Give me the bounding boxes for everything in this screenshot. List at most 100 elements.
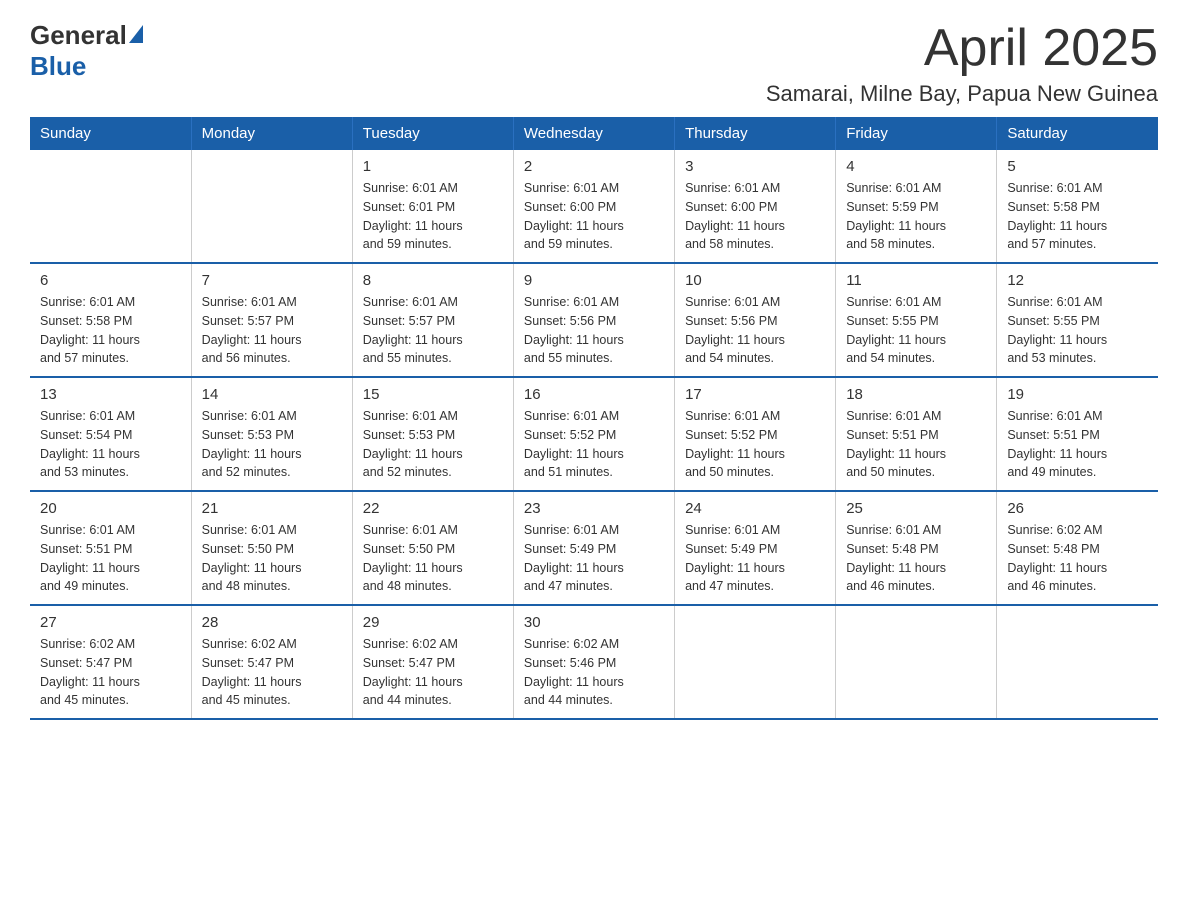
day-info: Sunrise: 6:01 AM Sunset: 5:58 PM Dayligh… — [1007, 179, 1148, 254]
day-info: Sunrise: 6:01 AM Sunset: 5:53 PM Dayligh… — [202, 407, 342, 482]
calendar-header-thursday: Thursday — [675, 117, 836, 150]
day-number: 13 — [40, 386, 181, 403]
calendar-header-monday: Monday — [191, 117, 352, 150]
day-number: 8 — [363, 272, 503, 289]
day-info: Sunrise: 6:01 AM Sunset: 6:00 PM Dayligh… — [685, 179, 825, 254]
day-info: Sunrise: 6:01 AM Sunset: 5:53 PM Dayligh… — [363, 407, 503, 482]
day-info: Sunrise: 6:02 AM Sunset: 5:47 PM Dayligh… — [40, 635, 181, 710]
day-info: Sunrise: 6:01 AM Sunset: 5:57 PM Dayligh… — [202, 293, 342, 368]
calendar-cell: 12 Sunrise: 6:01 AM Sunset: 5:55 PM Dayli… — [997, 263, 1158, 377]
day-number: 17 — [685, 386, 825, 403]
day-info: Sunrise: 6:01 AM Sunset: 5:50 PM Dayligh… — [202, 521, 342, 596]
day-number: 9 — [524, 272, 664, 289]
logo-general-text: General — [30, 20, 127, 51]
day-info: Sunrise: 6:01 AM Sunset: 5:56 PM Dayligh… — [524, 293, 664, 368]
page-title: April 2025 — [766, 20, 1158, 77]
calendar-header-wednesday: Wednesday — [513, 117, 674, 150]
day-number: 21 — [202, 500, 342, 517]
day-number: 29 — [363, 614, 503, 631]
day-number: 3 — [685, 158, 825, 175]
day-number: 26 — [1007, 500, 1148, 517]
day-info: Sunrise: 6:01 AM Sunset: 5:55 PM Dayligh… — [846, 293, 986, 368]
calendar-cell — [675, 605, 836, 719]
calendar-cell: 25Sunrise: 6:01 AM Sunset: 5:48 PM Dayli… — [836, 491, 997, 605]
calendar-cell: 26 Sunrise: 6:02 AM Sunset: 5:48 PM Dayli… — [997, 491, 1158, 605]
day-info: Sunrise: 6:01 AM Sunset: 5:49 PM Dayligh… — [685, 521, 825, 596]
calendar-week-row: 6Sunrise: 6:01 AM Sunset: 5:58 PM Daylig… — [30, 263, 1158, 377]
title-area: April 2025 Samarai, Milne Bay, Papua New… — [766, 20, 1158, 107]
calendar-cell: 29 Sunrise: 6:02 AM Sunset: 5:47 PM Dayli… — [352, 605, 513, 719]
calendar-cell — [836, 605, 997, 719]
calendar-cell: 22 Sunrise: 6:01 AM Sunset: 5:50 PM Dayli… — [352, 491, 513, 605]
calendar-header-friday: Friday — [836, 117, 997, 150]
calendar-header: SundayMondayTuesdayWednesdayThursdayFrid… — [30, 117, 1158, 150]
day-number: 7 — [202, 272, 342, 289]
calendar-cell: 13 Sunrise: 6:01 AM Sunset: 5:54 PM Dayli… — [30, 377, 191, 491]
calendar-cell: 3 Sunrise: 6:01 AM Sunset: 6:00 PM Daylig… — [675, 150, 836, 263]
calendar-cell: 6Sunrise: 6:01 AM Sunset: 5:58 PM Daylig… — [30, 263, 191, 377]
calendar-week-row: 27 Sunrise: 6:02 AM Sunset: 5:47 PM Dayli… — [30, 605, 1158, 719]
day-number: 18 — [846, 386, 986, 403]
calendar-header-saturday: Saturday — [997, 117, 1158, 150]
calendar-cell: 21 Sunrise: 6:01 AM Sunset: 5:50 PM Dayli… — [191, 491, 352, 605]
day-info: Sunrise: 6:01 AM Sunset: 5:55 PM Dayligh… — [1007, 293, 1148, 368]
calendar-cell — [30, 150, 191, 263]
day-number: 15 — [363, 386, 503, 403]
day-number: 28 — [202, 614, 342, 631]
calendar-cell: 14 Sunrise: 6:01 AM Sunset: 5:53 PM Dayli… — [191, 377, 352, 491]
day-number: 1 — [363, 158, 503, 175]
day-info: Sunrise: 6:01 AM Sunset: 5:56 PM Dayligh… — [685, 293, 825, 368]
calendar-cell: 15 Sunrise: 6:01 AM Sunset: 5:53 PM Dayli… — [352, 377, 513, 491]
calendar-week-row: 1Sunrise: 6:01 AM Sunset: 6:01 PM Daylig… — [30, 150, 1158, 263]
day-info: Sunrise: 6:01 AM Sunset: 5:51 PM Dayligh… — [1007, 407, 1148, 482]
day-number: 12 — [1007, 272, 1148, 289]
day-number: 30 — [524, 614, 664, 631]
day-info: Sunrise: 6:02 AM Sunset: 5:47 PM Dayligh… — [202, 635, 342, 710]
day-info: Sunrise: 6:01 AM Sunset: 5:52 PM Dayligh… — [685, 407, 825, 482]
day-number: 23 — [524, 500, 664, 517]
day-info: Sunrise: 6:01 AM Sunset: 5:50 PM Dayligh… — [363, 521, 503, 596]
day-number: 20 — [40, 500, 181, 517]
calendar-cell: 16 Sunrise: 6:01 AM Sunset: 5:52 PM Dayli… — [513, 377, 674, 491]
calendar-cell: 23 Sunrise: 6:01 AM Sunset: 5:49 PM Dayli… — [513, 491, 674, 605]
day-number: 14 — [202, 386, 342, 403]
day-number: 22 — [363, 500, 503, 517]
calendar-cell: 1Sunrise: 6:01 AM Sunset: 6:01 PM Daylig… — [352, 150, 513, 263]
calendar-cell: 17 Sunrise: 6:01 AM Sunset: 5:52 PM Dayli… — [675, 377, 836, 491]
calendar-cell: 8Sunrise: 6:01 AM Sunset: 5:57 PM Daylig… — [352, 263, 513, 377]
day-info: Sunrise: 6:01 AM Sunset: 5:59 PM Dayligh… — [846, 179, 986, 254]
calendar-cell: 30Sunrise: 6:02 AM Sunset: 5:46 PM Dayli… — [513, 605, 674, 719]
day-info: Sunrise: 6:01 AM Sunset: 5:52 PM Dayligh… — [524, 407, 664, 482]
calendar-week-row: 13 Sunrise: 6:01 AM Sunset: 5:54 PM Dayli… — [30, 377, 1158, 491]
day-number: 24 — [685, 500, 825, 517]
day-number: 19 — [1007, 386, 1148, 403]
day-number: 4 — [846, 158, 986, 175]
logo-blue-text: Blue — [30, 51, 86, 82]
calendar-table: SundayMondayTuesdayWednesdayThursdayFrid… — [30, 117, 1158, 720]
logo: General Blue — [30, 20, 143, 82]
calendar-header-tuesday: Tuesday — [352, 117, 513, 150]
day-number: 27 — [40, 614, 181, 631]
header: General Blue April 2025 Samarai, Milne B… — [30, 20, 1158, 107]
calendar-cell: 19 Sunrise: 6:01 AM Sunset: 5:51 PM Dayli… — [997, 377, 1158, 491]
calendar-cell: 5Sunrise: 6:01 AM Sunset: 5:58 PM Daylig… — [997, 150, 1158, 263]
day-info: Sunrise: 6:02 AM Sunset: 5:47 PM Dayligh… — [363, 635, 503, 710]
calendar-cell: 9 Sunrise: 6:01 AM Sunset: 5:56 PM Daylig… — [513, 263, 674, 377]
day-number: 10 — [685, 272, 825, 289]
day-info: Sunrise: 6:02 AM Sunset: 5:48 PM Dayligh… — [1007, 521, 1148, 596]
day-info: Sunrise: 6:01 AM Sunset: 5:48 PM Dayligh… — [846, 521, 986, 596]
page-subtitle: Samarai, Milne Bay, Papua New Guinea — [766, 81, 1158, 107]
calendar-body: 1Sunrise: 6:01 AM Sunset: 6:01 PM Daylig… — [30, 150, 1158, 719]
logo-triangle-icon — [129, 25, 143, 43]
day-info: Sunrise: 6:01 AM Sunset: 5:51 PM Dayligh… — [40, 521, 181, 596]
day-number: 16 — [524, 386, 664, 403]
day-info: Sunrise: 6:01 AM Sunset: 5:54 PM Dayligh… — [40, 407, 181, 482]
day-number: 11 — [846, 272, 986, 289]
calendar-cell: 11 Sunrise: 6:01 AM Sunset: 5:55 PM Dayli… — [836, 263, 997, 377]
calendar-header-row: SundayMondayTuesdayWednesdayThursdayFrid… — [30, 117, 1158, 150]
day-info: Sunrise: 6:01 AM Sunset: 5:49 PM Dayligh… — [524, 521, 664, 596]
day-info: Sunrise: 6:01 AM Sunset: 5:51 PM Dayligh… — [846, 407, 986, 482]
calendar-cell: 28 Sunrise: 6:02 AM Sunset: 5:47 PM Dayli… — [191, 605, 352, 719]
calendar-cell: 10 Sunrise: 6:01 AM Sunset: 5:56 PM Dayli… — [675, 263, 836, 377]
calendar-week-row: 20 Sunrise: 6:01 AM Sunset: 5:51 PM Dayli… — [30, 491, 1158, 605]
